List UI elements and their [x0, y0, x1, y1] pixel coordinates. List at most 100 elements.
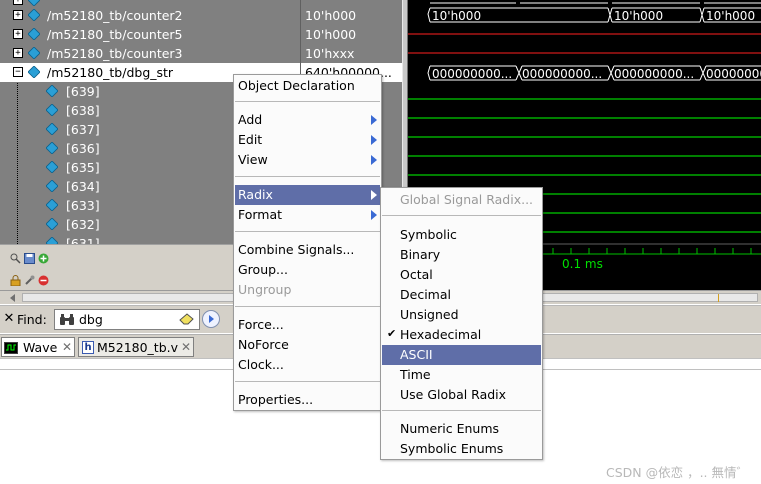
- find-label: Find:: [17, 312, 47, 327]
- submenu-arrow-icon: [371, 190, 377, 200]
- wave-window-icon: [4, 342, 18, 357]
- menu-item-unsigned[interactable]: Unsigned: [382, 305, 541, 325]
- menu-item-decimal[interactable]: Decimal: [382, 285, 541, 305]
- bit-name: [635]: [66, 160, 100, 175]
- menu-item-edit[interactable]: Edit: [235, 130, 380, 150]
- save-icon[interactable]: [24, 253, 35, 264]
- bit-name: [631]: [66, 236, 100, 244]
- menu-item-noforce[interactable]: NoForce: [235, 335, 380, 355]
- tab-wave[interactable]: Wave ✕: [1, 337, 75, 357]
- expand-plus-icon[interactable]: +: [13, 10, 23, 20]
- menu-item-radix[interactable]: Radix: [235, 185, 380, 205]
- menu-item-combine-signals[interactable]: Combine Signals...: [235, 240, 380, 260]
- collapse-minus-icon[interactable]: −: [13, 67, 23, 77]
- radix-submenu: Global Signal Radix... Symbolic Binary O…: [380, 187, 543, 460]
- tab-label: M52180_tb.v: [97, 340, 179, 355]
- eraser-icon[interactable]: [179, 313, 195, 329]
- lock-icon[interactable]: [10, 275, 21, 287]
- signal-diamond-icon: [46, 104, 58, 116]
- menu-separator: [235, 306, 380, 307]
- wave-time-label: 0.1 ms: [562, 257, 603, 271]
- menu-item-symbolic-enums[interactable]: Symbolic Enums: [382, 439, 541, 459]
- bit-name: [633]: [66, 198, 100, 213]
- zoom-icon[interactable]: [10, 253, 21, 264]
- menu-item-format[interactable]: Format: [235, 205, 380, 225]
- wave-label-dbg-2: 000000000...: [614, 67, 694, 81]
- binoculars-icon[interactable]: [59, 313, 75, 329]
- signal-diamond-icon: [28, 9, 40, 21]
- menu-item-force[interactable]: Force...: [235, 315, 380, 335]
- wrench-icon[interactable]: [24, 275, 35, 286]
- signal-diamond-icon: [28, 66, 40, 78]
- menu-item-group[interactable]: Group...: [235, 260, 380, 280]
- tab-label: Wave: [23, 340, 58, 355]
- signal-row-counter2[interactable]: + /m52180_tb/counter2: [0, 6, 300, 25]
- signal-name: /m52180_tb/counter3: [47, 46, 183, 61]
- wave-label-counter2-2: 10'h000: [706, 9, 755, 23]
- close-tab-icon[interactable]: ✕: [62, 340, 72, 354]
- menu-item-ungroup: Ungroup: [238, 282, 292, 297]
- expand-plus-icon[interactable]: +: [13, 48, 23, 58]
- bit-name: [637]: [66, 122, 100, 137]
- wave-label-counter2-1: 10'h000: [614, 9, 663, 23]
- expand-plus-icon[interactable]: +: [13, 29, 23, 39]
- signal-diamond-icon: [46, 85, 58, 97]
- menu-item-ascii[interactable]: ASCII: [382, 345, 541, 365]
- signal-diamond-icon: [28, 28, 40, 40]
- scroll-left-icon[interactable]: [10, 294, 15, 302]
- signal-diamond-icon: [46, 237, 58, 244]
- menu-separator: [382, 410, 541, 411]
- watermark: CSDN @依恋 ，.. 無情゛: [606, 465, 750, 480]
- signal-name: /m52180_tb/dbg_str: [47, 65, 174, 80]
- expand-plus-icon[interactable]: +: [13, 0, 23, 5]
- add-icon[interactable]: [38, 253, 49, 264]
- tab-m52180-tb-v[interactable]: h M52180_tb.v ✕: [78, 337, 194, 357]
- find-field[interactable]: [54, 309, 200, 330]
- menu-item-view[interactable]: View: [235, 150, 380, 170]
- menu-item-symbolic[interactable]: Symbolic: [382, 225, 541, 245]
- submenu-arrow-icon: [371, 135, 377, 145]
- submenu-arrow-icon: [371, 155, 377, 165]
- menu-item-add[interactable]: Add: [235, 110, 380, 130]
- menu-separator: [235, 381, 380, 382]
- signal-diamond-icon: [46, 142, 58, 154]
- wave-label-counter2-0: 10'h000: [432, 9, 481, 23]
- signal-value: 10'h000: [305, 27, 357, 42]
- submenu-arrow-icon: [371, 210, 377, 220]
- bit-name: [639]: [66, 84, 100, 99]
- close-icon[interactable]: ✕: [2, 312, 16, 326]
- signal-value: 10'h000: [305, 8, 357, 23]
- signal-diamond-icon: [46, 180, 58, 192]
- menu-item-numeric-enums[interactable]: Numeric Enums: [382, 419, 541, 439]
- signal-name: /m52180_tb/counter2: [47, 8, 183, 23]
- menu-item-object-declaration[interactable]: Object Declaration: [235, 76, 380, 96]
- wave-label-dbg-1: 000000000...: [522, 67, 602, 81]
- menu-separator: [382, 215, 541, 216]
- menu-item-octal[interactable]: Octal: [382, 265, 541, 285]
- menu-item-clock[interactable]: Clock...: [235, 355, 380, 375]
- menu-item-properties[interactable]: Properties...: [235, 390, 380, 410]
- cursor-marker: [718, 294, 719, 302]
- signal-context-menu: Object Declaration Add Edit View Radix F…: [233, 74, 382, 411]
- find-next-button[interactable]: [202, 310, 220, 328]
- bit-name: [634]: [66, 179, 100, 194]
- signal-row-counter3[interactable]: + /m52180_tb/counter3: [0, 44, 300, 63]
- source-file-icon: h: [82, 341, 94, 354]
- menu-item-binary[interactable]: Binary: [382, 245, 541, 265]
- wave-label-dbg-0: 000000000...: [432, 67, 512, 81]
- bit-name: [638]: [66, 103, 100, 118]
- signal-diamond-icon: [46, 218, 58, 230]
- signal-diamond-icon: [46, 123, 58, 135]
- wave-timeline-ticks: [552, 248, 752, 254]
- submenu-arrow-icon: [371, 115, 377, 125]
- checkmark-icon: ✔: [387, 327, 397, 340]
- wave-label-dbg-3: 000000000...: [706, 67, 761, 81]
- close-tab-icon[interactable]: ✕: [181, 340, 191, 354]
- find-input[interactable]: [79, 311, 175, 328]
- menu-item-time[interactable]: Time: [382, 365, 541, 385]
- signal-diamond-icon: [46, 199, 58, 211]
- menu-item-use-global-radix[interactable]: Use Global Radix: [382, 385, 541, 405]
- remove-icon[interactable]: [38, 275, 49, 286]
- menu-item-hexadecimal[interactable]: ✔ Hexadecimal: [382, 325, 541, 345]
- signal-row-counter5[interactable]: + /m52180_tb/counter5: [0, 25, 300, 44]
